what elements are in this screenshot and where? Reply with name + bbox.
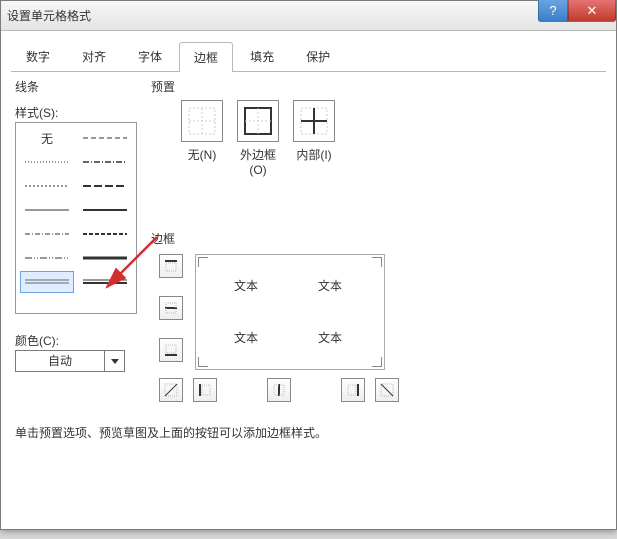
content-area: 线条 样式(S): 无 颜色(C): 自动 预置 <box>1 72 616 502</box>
style-option[interactable] <box>78 271 132 293</box>
preview-cell-text: 文本 <box>234 277 258 294</box>
preview-cell-text: 文本 <box>318 329 342 346</box>
style-option[interactable] <box>20 175 74 197</box>
style-option[interactable] <box>78 175 132 197</box>
style-option[interactable] <box>78 127 132 149</box>
border-middle-h-button[interactable] <box>159 296 183 320</box>
border-top-button[interactable] <box>159 254 183 278</box>
color-dropdown[interactable]: 自动 <box>15 350 125 372</box>
tab-protect[interactable]: 保护 <box>291 41 345 71</box>
border-right-button[interactable] <box>341 378 365 402</box>
preset-buttons: 无(N) 外边框(O) 内部(I) <box>181 100 335 177</box>
styles-label: 样式(S): <box>15 104 58 121</box>
preset-outline-label: 外边框(O) <box>240 148 276 177</box>
window-title: 设置单元格格式 <box>7 7 91 24</box>
border-bottom-buttons <box>159 378 399 402</box>
color-value: 自动 <box>16 351 104 371</box>
lines-section-label: 线条 <box>15 78 39 95</box>
preview-cell-text: 文本 <box>318 277 342 294</box>
tabstrip: 数字 对齐 字体 边框 填充 保护 <box>11 41 606 72</box>
border-preview[interactable]: 文本 文本 文本 文本 <box>195 254 385 370</box>
preview-corner-icon <box>372 257 382 267</box>
preset-inside-icon <box>293 100 335 142</box>
titlebar: 设置单元格格式 ? ✕ <box>1 1 616 31</box>
help-button[interactable]: ? <box>538 0 568 22</box>
color-label: 颜色(C): <box>15 332 59 349</box>
preset-none-icon <box>181 100 223 142</box>
window-buttons: ? ✕ <box>538 0 616 22</box>
preset-none-label: 无(N) <box>188 148 217 162</box>
style-option[interactable] <box>78 151 132 173</box>
line-styles-list[interactable]: 无 <box>15 122 137 314</box>
style-none[interactable]: 无 <box>20 127 74 149</box>
preview-corner-icon <box>372 357 382 367</box>
preview-corner-icon <box>198 257 208 267</box>
preset-inside-label: 内部(I) <box>296 148 331 162</box>
border-left-button[interactable] <box>193 378 217 402</box>
tab-fill[interactable]: 填充 <box>235 41 289 71</box>
preset-inside[interactable]: 内部(I) <box>293 100 335 177</box>
tab-font[interactable]: 字体 <box>123 41 177 71</box>
preset-outline-icon <box>237 100 279 142</box>
border-section-label: 边框 <box>151 230 175 247</box>
border-bottom-button[interactable] <box>159 338 183 362</box>
tab-number[interactable]: 数字 <box>11 41 65 71</box>
preset-none[interactable]: 无(N) <box>181 100 223 177</box>
close-button[interactable]: ✕ <box>568 0 616 22</box>
tab-border[interactable]: 边框 <box>179 42 233 72</box>
border-diag-up-button[interactable] <box>159 378 183 402</box>
tab-align[interactable]: 对齐 <box>67 41 121 71</box>
style-option[interactable] <box>20 151 74 173</box>
style-option-selected[interactable] <box>20 271 74 293</box>
preset-outline[interactable]: 外边框(O) <box>237 100 279 177</box>
hint-text: 单击预置选项、预览草图及上面的按钮可以添加边框样式。 <box>15 424 327 441</box>
style-option[interactable] <box>78 247 132 269</box>
border-diag-down-button[interactable] <box>375 378 399 402</box>
presets-section-label: 预置 <box>151 78 175 95</box>
style-option[interactable] <box>20 247 74 269</box>
style-option[interactable] <box>20 199 74 221</box>
style-option[interactable] <box>78 223 132 245</box>
chevron-down-icon <box>104 351 124 371</box>
border-middle-v-button[interactable] <box>267 378 291 402</box>
preview-cell-text: 文本 <box>234 329 258 346</box>
border-side-buttons-left <box>159 254 183 362</box>
dialog-window: 设置单元格格式 ? ✕ 数字 对齐 字体 边框 填充 保护 线条 样式(S): … <box>0 0 617 530</box>
preview-corner-icon <box>198 357 208 367</box>
style-option[interactable] <box>20 223 74 245</box>
style-option[interactable] <box>78 199 132 221</box>
